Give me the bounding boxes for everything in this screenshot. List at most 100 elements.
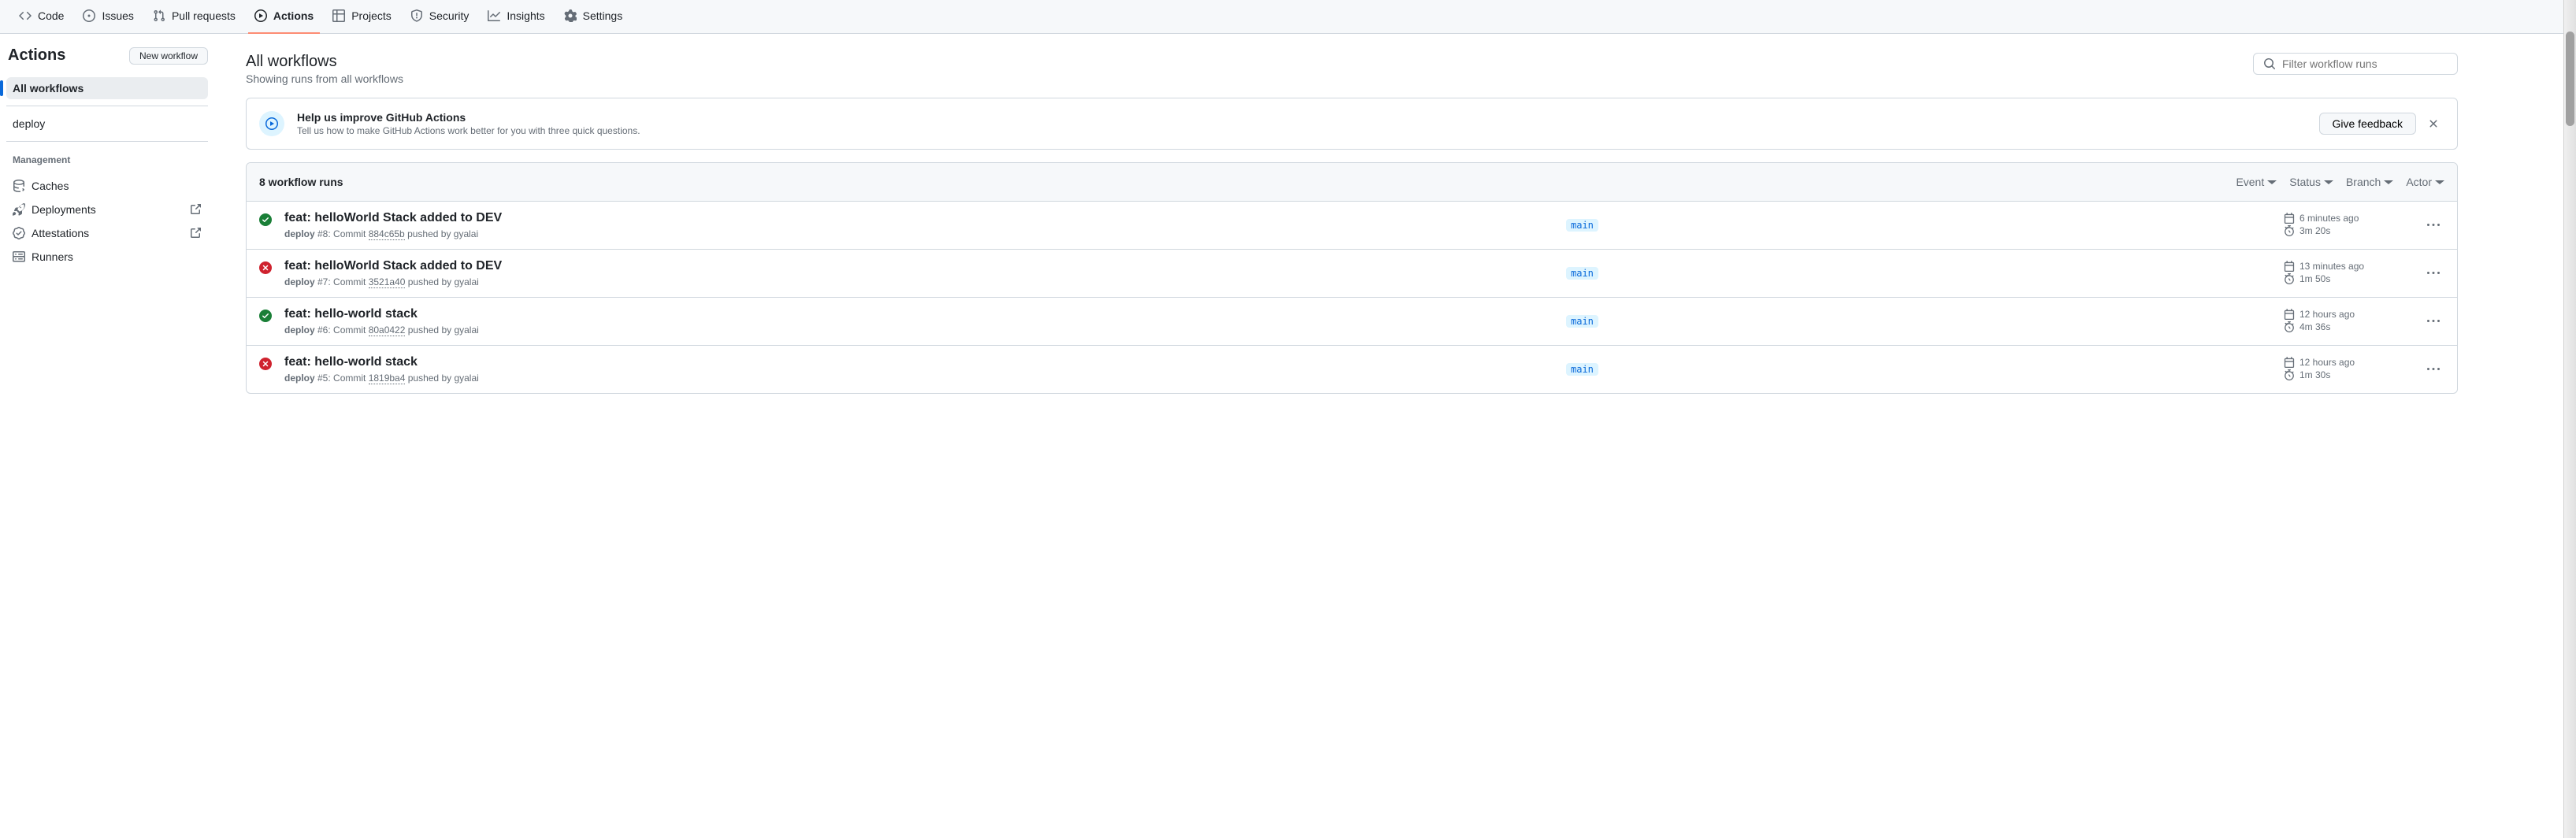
run-menu-button[interactable]: [2422, 214, 2444, 236]
nav-tab-projects[interactable]: Projects: [326, 0, 398, 34]
repo-nav: Code Issues Pull requests Actions Projec…: [0, 0, 2576, 34]
nav-label: Insights: [507, 9, 544, 22]
sidebar-item-label: deploy: [13, 117, 45, 130]
issue-opened-icon: [83, 9, 95, 22]
nav-label: Pull requests: [172, 9, 236, 22]
run-time-col: 13 minutes ago 1m 50s: [2284, 261, 2410, 286]
runs-card-header: 8 workflow runs Event Status Branch Acto…: [247, 163, 2457, 202]
sidebar-title: Actions: [6, 46, 65, 65]
sidebar-item-all-workflows[interactable]: All workflows: [6, 77, 208, 99]
commit-sha[interactable]: 884c65b: [369, 228, 405, 240]
time-ago: 12 hours ago: [2284, 357, 2410, 368]
run-title[interactable]: feat: helloWorld Stack added to DEV: [284, 259, 1553, 273]
filter-actor[interactable]: Actor: [2406, 176, 2444, 188]
run-meta: deploy #6: Commit 80a0422 pushed by gyal…: [284, 324, 1553, 336]
commit-sha[interactable]: 80a0422: [369, 324, 406, 336]
run-status-icon: [259, 310, 272, 322]
run-main: feat: helloWorld Stack added to DEV depl…: [284, 211, 1553, 239]
branch-badge[interactable]: main: [1566, 363, 1598, 376]
branch-badge[interactable]: main: [1566, 315, 1598, 328]
run-title[interactable]: feat: hello-world stack: [284, 355, 1553, 369]
run-title[interactable]: feat: helloWorld Stack added to DEV: [284, 211, 1553, 225]
close-feedback-button[interactable]: [2422, 113, 2444, 135]
branch-badge[interactable]: main: [1566, 267, 1598, 280]
sidebar-item-deployments[interactable]: Deployments: [6, 198, 208, 221]
run-meta: deploy #5: Commit 1819ba4 pushed by gyal…: [284, 373, 1553, 384]
page-subtitle: Showing runs from all workflows: [246, 72, 403, 85]
run-title[interactable]: feat: hello-world stack: [284, 307, 1553, 321]
workflow-list: All workflows deploy: [6, 77, 208, 135]
commit-sha[interactable]: 1819ba4: [369, 373, 406, 384]
table-icon: [332, 9, 345, 22]
nav-tab-code[interactable]: Code: [13, 0, 70, 34]
nav-label: Actions: [273, 9, 314, 22]
play-circle-icon: [259, 111, 284, 136]
run-meta: deploy #7: Commit 3521a40 pushed by gyal…: [284, 276, 1553, 287]
commit-sha[interactable]: 3521a40: [369, 276, 406, 288]
run-row: feat: helloWorld Stack added to DEV depl…: [247, 202, 2457, 250]
run-branch-col: main: [1566, 363, 2271, 376]
chevron-down-icon: [2384, 180, 2393, 184]
rocket-icon: [13, 203, 25, 216]
sidebar-item-attestations[interactable]: Attestations: [6, 222, 208, 244]
nav-tab-security[interactable]: Security: [404, 0, 476, 34]
time-ago: 12 hours ago: [2284, 309, 2410, 320]
run-time-col: 12 hours ago 4m 36s: [2284, 309, 2410, 334]
search-input[interactable]: [2282, 57, 2448, 70]
feedback-title: Help us improve GitHub Actions: [297, 111, 640, 124]
run-menu-button[interactable]: [2422, 262, 2444, 284]
nav-label: Security: [429, 9, 470, 22]
sidebar-header: Actions New workflow: [6, 46, 208, 71]
sidebar-item-label: All workflows: [13, 82, 84, 95]
run-status-icon: [259, 261, 272, 274]
nav-tab-settings[interactable]: Settings: [558, 0, 629, 34]
nav-tab-actions[interactable]: Actions: [248, 0, 320, 34]
run-menu-button[interactable]: [2422, 310, 2444, 332]
run-main: feat: hello-world stack deploy #6: Commi…: [284, 307, 1553, 336]
gear-icon: [564, 9, 577, 22]
nav-tab-pull-requests[interactable]: Pull requests: [147, 0, 242, 34]
runs-card: 8 workflow runs Event Status Branch Acto…: [246, 162, 2458, 394]
run-menu-button[interactable]: [2422, 358, 2444, 380]
run-row: feat: hello-world stack deploy #6: Commi…: [247, 298, 2457, 346]
sidebar-item-runners[interactable]: Runners: [6, 246, 208, 268]
run-meta: deploy #8: Commit 884c65b pushed by gyal…: [284, 228, 1553, 239]
nav-tab-issues[interactable]: Issues: [76, 0, 139, 34]
external-link-icon: [189, 227, 202, 239]
branch-badge[interactable]: main: [1566, 219, 1598, 232]
sidebar-item-caches[interactable]: Caches: [6, 175, 208, 197]
nav-label: Issues: [102, 9, 133, 22]
filter-status[interactable]: Status: [2289, 176, 2333, 188]
nav-tab-insights[interactable]: Insights: [481, 0, 551, 34]
run-time-col: 12 hours ago 1m 30s: [2284, 357, 2410, 382]
time-ago: 6 minutes ago: [2284, 213, 2410, 224]
search-box[interactable]: [2253, 53, 2458, 75]
filter-event[interactable]: Event: [2236, 176, 2277, 188]
sidebar-item-deploy[interactable]: deploy: [6, 113, 208, 135]
runs-list: feat: helloWorld Stack added to DEV depl…: [247, 202, 2457, 393]
external-link-icon: [189, 203, 202, 216]
run-branch-col: main: [1566, 315, 2271, 328]
run-main: feat: helloWorld Stack added to DEV depl…: [284, 259, 1553, 287]
feedback-text: Tell us how to make GitHub Actions work …: [297, 125, 640, 136]
nav-label: Settings: [583, 9, 623, 22]
new-workflow-button[interactable]: New workflow: [129, 47, 208, 65]
search-icon: [2263, 57, 2276, 70]
management-label: Management: [6, 148, 208, 169]
chevron-down-icon: [2267, 180, 2277, 184]
duration: 1m 30s: [2284, 369, 2410, 380]
nav-label: Projects: [351, 9, 392, 22]
runs-count: 8 workflow runs: [259, 176, 343, 188]
give-feedback-button[interactable]: Give feedback: [2319, 113, 2417, 135]
filter-group: Event Status Branch Actor: [2236, 176, 2444, 188]
chevron-down-icon: [2324, 180, 2333, 184]
run-status-icon: [259, 358, 272, 370]
content: All workflows Showing runs from all work…: [221, 34, 2576, 394]
chevron-down-icon: [2435, 180, 2444, 184]
filter-branch[interactable]: Branch: [2346, 176, 2393, 188]
management-list: Caches Deployments Attestations: [6, 175, 208, 268]
sidebar-item-label: Deployments: [32, 203, 96, 216]
graph-icon: [488, 9, 500, 22]
run-branch-col: main: [1566, 267, 2271, 280]
code-icon: [19, 9, 32, 22]
